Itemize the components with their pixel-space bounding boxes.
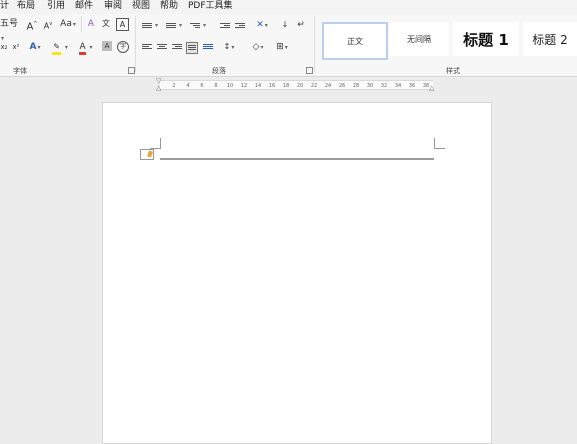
distributed-icon[interactable] <box>203 44 213 53</box>
multilevel-dropdown[interactable] <box>201 18 207 32</box>
sort-icon[interactable]: ↓ <box>279 18 291 32</box>
character-shading-button[interactable]: A <box>102 41 112 51</box>
ruler-bar[interactable]: 2 4 6 8 10 12 14 16 18 20 22 24 26 28 30… <box>160 80 433 90</box>
ruler-tick: 2 <box>172 83 176 89</box>
numbering-icon[interactable] <box>166 23 176 32</box>
styles-group-label: 样式 <box>446 67 460 75</box>
bullets-dropdown[interactable] <box>153 18 159 32</box>
ruler-tick: 20 <box>296 83 304 89</box>
menu-mailings[interactable]: 邮件 <box>75 0 93 12</box>
ruler-tick: 14 <box>254 83 262 89</box>
ruler-tick: 30 <box>366 83 374 89</box>
line-spacing-button[interactable]: ↕ <box>219 40 239 54</box>
shading-button[interactable]: ◇ <box>248 40 268 54</box>
borders-button[interactable]: ⊞ <box>272 40 292 54</box>
ruler-tick: 18 <box>282 83 290 89</box>
left-indent-marker[interactable]: △ <box>156 84 161 92</box>
text-effect-button[interactable]: A <box>26 40 44 54</box>
change-case-button[interactable]: Aa <box>58 17 78 31</box>
paragraph-group-label: 段落 <box>212 67 226 75</box>
menu-references[interactable]: 引用 <box>47 0 65 12</box>
align-right-icon[interactable] <box>172 44 182 53</box>
menu-bar: 计 布局 引用 邮件 审阅 视图 帮助 PDF工具集 <box>0 0 577 14</box>
font-group-label: 字体 <box>13 67 27 75</box>
document-page[interactable] <box>102 102 492 444</box>
ruler-tick: 34 <box>394 83 402 89</box>
ruler-tick: 4 <box>186 83 190 89</box>
character-border-button[interactable]: A <box>116 18 129 31</box>
decrease-indent-icon[interactable] <box>220 23 230 32</box>
justify-icon[interactable] <box>186 42 198 54</box>
ruler-tick: 32 <box>380 83 388 89</box>
ruler-tick: 8 <box>214 83 218 89</box>
clear-format-button[interactable]: A <box>85 17 97 31</box>
menu-view[interactable]: 视图 <box>132 0 150 12</box>
horizontal-ruler: 2 4 6 8 10 12 14 16 18 20 22 24 26 28 30… <box>0 77 577 92</box>
menu-design[interactable]: 计 <box>0 0 9 12</box>
phonetic-guide-button[interactable]: 文 <box>100 17 112 31</box>
increase-indent-icon[interactable] <box>235 23 245 32</box>
style-no-spacing[interactable]: 无间隔 <box>389 22 449 56</box>
ruler-tick: 6 <box>200 83 204 89</box>
style-heading-2[interactable]: 标题 2 <box>523 22 577 56</box>
grow-font-button[interactable]: A^ <box>26 17 38 32</box>
document-area <box>0 92 577 444</box>
multilevel-list-icon[interactable] <box>190 23 200 32</box>
horizontal-line <box>160 158 434 160</box>
menu-pdf-tools[interactable]: PDF工具集 <box>188 0 233 12</box>
font-dialog-launcher[interactable] <box>128 67 135 74</box>
paste-options-icon[interactable] <box>140 149 154 160</box>
margin-corner-top-left <box>150 138 161 149</box>
font-size-select[interactable]: 五号 <box>0 17 22 31</box>
bullets-icon[interactable] <box>142 23 152 32</box>
style-normal[interactable]: 正文 <box>322 22 388 60</box>
menu-layout[interactable]: 布局 <box>17 0 35 12</box>
ruler-tick: 36 <box>408 83 416 89</box>
ruler-tick: 12 <box>240 83 248 89</box>
shrink-font-button[interactable]: Av <box>42 17 54 31</box>
align-center-icon[interactable] <box>157 44 167 53</box>
ruler-tick: 28 <box>352 83 360 89</box>
ruler-tick: 16 <box>268 83 276 89</box>
numbering-dropdown[interactable] <box>177 18 183 32</box>
enclose-characters-button[interactable]: 字 <box>117 41 129 53</box>
show-formatting-marks-icon[interactable]: ↵ <box>295 18 307 32</box>
ruler-tick: 24 <box>324 83 332 89</box>
chinese-layout-button[interactable]: ✕ <box>253 18 271 32</box>
highlighter-icon: ✎ <box>52 43 62 55</box>
ruler-tick: 22 <box>310 83 318 89</box>
style-heading-1[interactable]: 标题 1 <box>453 22 519 56</box>
right-indent-marker[interactable]: △ <box>429 84 434 92</box>
subscript-button[interactable]: x₂ <box>0 40 8 54</box>
ribbon: 五号 A^ Av Aa A 文 A x₂ x² A ✎ A A 字 字体 ✕ ↓… <box>0 14 577 77</box>
highlight-button[interactable]: ✎ <box>50 40 70 55</box>
ruler-tick: 10 <box>226 83 234 89</box>
paragraph-dialog-launcher[interactable] <box>306 67 313 74</box>
margin-corner-top-right <box>434 138 445 149</box>
menu-review[interactable]: 审阅 <box>104 0 122 12</box>
ruler-tick: 26 <box>338 83 346 89</box>
align-left-icon[interactable] <box>142 44 152 53</box>
font-color-button[interactable]: A <box>76 40 96 55</box>
superscript-button[interactable]: x² <box>11 40 21 54</box>
menu-help[interactable]: 帮助 <box>160 0 178 12</box>
